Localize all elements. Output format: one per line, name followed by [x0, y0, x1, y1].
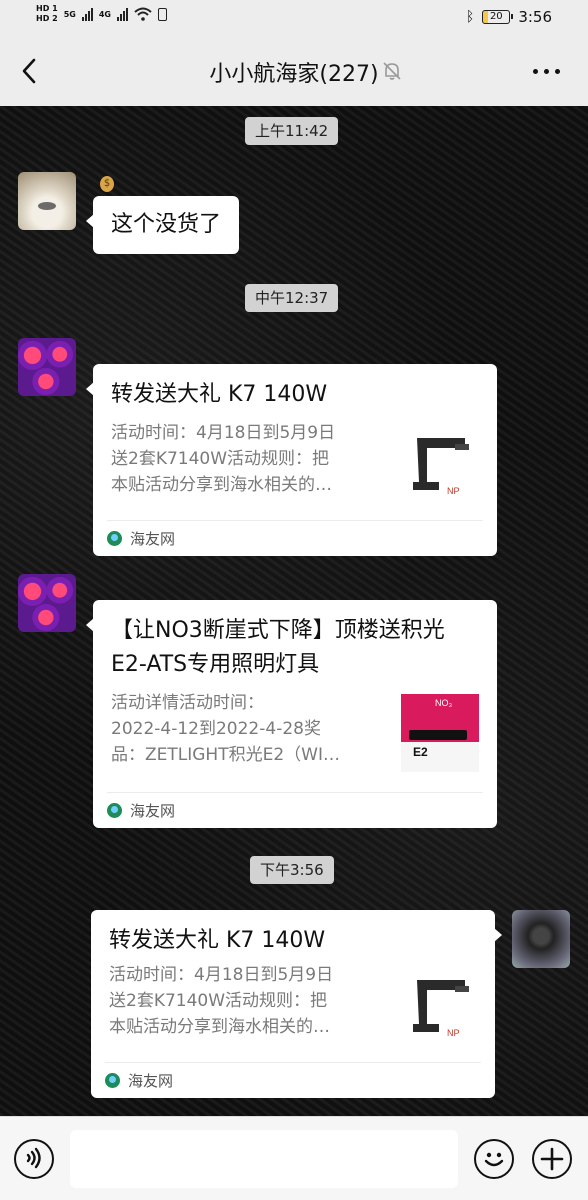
card-source: 海友网 [107, 800, 175, 821]
card-title: 转发送大礼 K7 140W [109, 928, 326, 953]
timestamp: 下午3:56 [250, 856, 334, 884]
svg-text:NO₃: NO₃ [435, 698, 453, 708]
text-message[interactable]: 这个没货了 [85, 196, 240, 254]
divider [107, 520, 483, 521]
svg-text:NP: NP [447, 486, 460, 496]
link-card[interactable]: 转发送大礼 K7 140W 活动时间：4月18日到5月9日 送2套K7140W活… [91, 910, 502, 1098]
source-name: 海友网 [130, 530, 176, 548]
emoji-button[interactable] [474, 1139, 514, 1179]
card-title: 【让NO3断崖式下降】顶楼送积光E2-ATS专用照明灯具 [111, 618, 445, 677]
card-desc-line: 2022-4-12到2022-4-28奖 [111, 719, 321, 739]
link-card[interactable]: 【让NO3断崖式下降】顶楼送积光E2-ATS专用照明灯具 活动详情活动时间： 2… [86, 600, 497, 828]
source-name: 海友网 [130, 802, 176, 820]
device-status: ᛒ 20 3:56 [466, 8, 552, 26]
avatar[interactable] [18, 338, 76, 396]
wifi-icon [134, 7, 152, 21]
card-description: 活动时间：4月18日到5月9日 送2套K7140W活动规则：把 本贴活动分享到海… [109, 962, 379, 1040]
lamp-thumbnail: NP [405, 972, 483, 1050]
card-desc-line: 送2套K7140W活动规则：把 [111, 449, 330, 469]
lamp-thumbnail: NP [405, 430, 483, 508]
link-card[interactable]: 转发送大礼 K7 140W 活动时间：4月18日到5月9日 送2套K7140W活… [86, 364, 497, 556]
divider [107, 792, 483, 793]
voice-icon [26, 1147, 41, 1169]
source-logo-icon [107, 531, 122, 546]
hd1-label: HD 1 [36, 4, 58, 13]
card-source: 海友网 [107, 528, 175, 549]
money-bag-icon: $ [100, 176, 114, 192]
card-description: 活动时间：4月18日到5月9日 送2套K7140W活动规则：把 本贴活动分享到海… [111, 420, 381, 498]
chat-header: 小小航海家(227) [0, 36, 588, 106]
signal-icon-2 [116, 7, 128, 21]
card-desc-line: 本贴活动分享到海水相关的… [111, 475, 332, 495]
card-desc-line: 本贴活动分享到海水相关的… [109, 1017, 330, 1037]
svg-text:E2: E2 [413, 745, 428, 759]
voice-button[interactable] [14, 1139, 54, 1179]
avatar[interactable] [512, 910, 570, 968]
clock: 3:56 [518, 8, 552, 26]
divider [105, 1062, 481, 1063]
card-description: 活动详情活动时间： 2022-4-12到2022-4-28奖 品：ZETLIGH… [111, 690, 381, 768]
chat-title: 小小航海家(227) [209, 62, 379, 87]
card-desc-line: 活动时间：4月18日到5月9日 [111, 423, 336, 443]
avatar[interactable] [18, 574, 76, 632]
source-logo-icon [107, 803, 122, 818]
card-desc-line: 品：ZETLIGHT积光E2（WI… [111, 745, 340, 765]
network-status: HD 1 HD 2 5G 4G [36, 4, 167, 24]
signal-icon [81, 7, 93, 21]
timestamp: 中午12:37 [245, 284, 339, 312]
plus-button[interactable] [532, 1139, 572, 1179]
net2-label: 4G [98, 9, 111, 19]
card-desc-line: 送2套K7140W活动规则：把 [109, 991, 328, 1011]
source-name: 海友网 [128, 1072, 174, 1090]
status-bar: HD 1 HD 2 5G 4G ᛒ 20 3:56 [0, 0, 588, 36]
avatar[interactable] [18, 172, 76, 230]
svg-text:NP: NP [447, 1028, 460, 1038]
message-text: 这个没货了 [111, 212, 222, 237]
net1-label: 5G [63, 9, 76, 19]
sim-icon [157, 7, 167, 21]
source-logo-icon [105, 1073, 120, 1088]
card-title: 转发送大礼 K7 140W [111, 382, 328, 407]
message-input[interactable] [70, 1130, 458, 1188]
plus-icon [540, 1147, 564, 1171]
battery-level: 20 [489, 11, 503, 22]
card-desc-line: 活动详情活动时间： [111, 693, 264, 713]
card-desc-line: 活动时间：4月18日到5月9日 [109, 965, 334, 985]
more-dots-icon[interactable] [533, 69, 560, 74]
product-thumbnail: NO₃ E2 [401, 694, 479, 772]
bluetooth-icon: ᛒ [465, 9, 475, 25]
card-source: 海友网 [105, 1070, 173, 1091]
hd-indicator: HD 1 HD 2 [36, 4, 58, 24]
hd2-label: HD 2 [36, 14, 58, 23]
emoji-icon [484, 1152, 504, 1167]
input-bar [0, 1116, 588, 1200]
timestamp: 上午11:42 [245, 117, 339, 145]
battery-icon: 20 [482, 10, 514, 24]
bell-mute-icon [383, 62, 401, 80]
